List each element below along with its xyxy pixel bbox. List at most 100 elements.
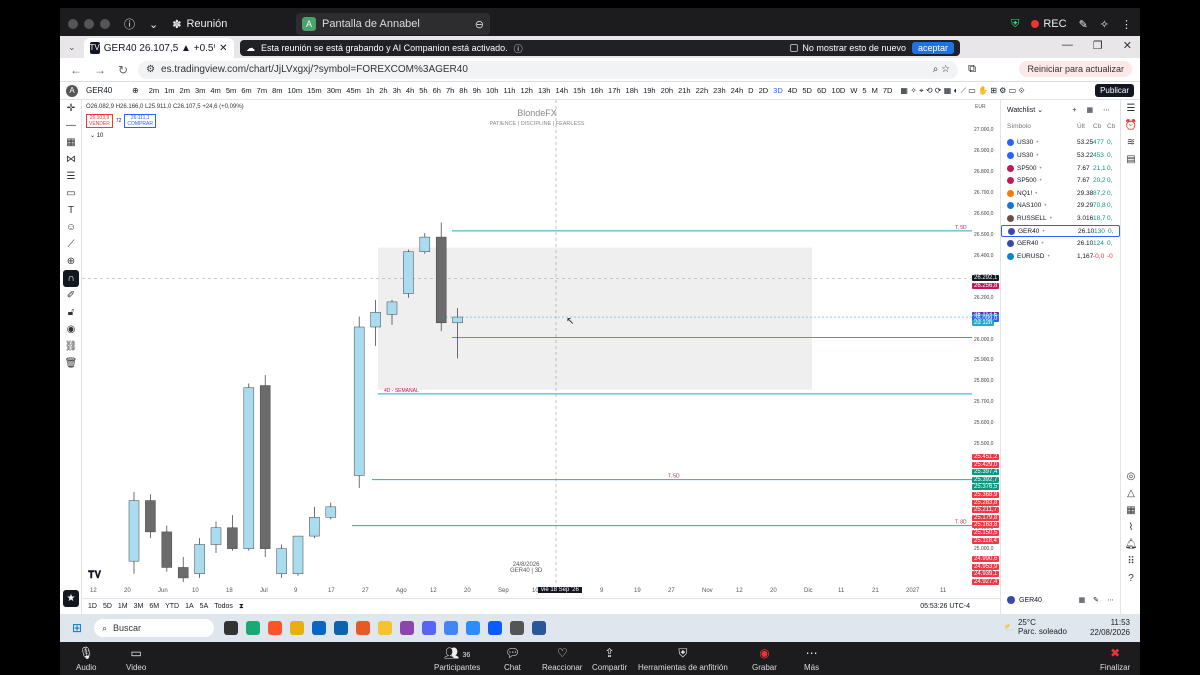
- sell-button[interactable]: 26.103,9 VENDER: [86, 114, 113, 128]
- chart-tools-icons[interactable]: ▦ ✧ ⌖ ⟲ ⟳ ▦ ◐ ⟋ ▭ ✋ ⊞ ⚙ ▭ ⟐: [900, 86, 1024, 96]
- timeframe-10h[interactable]: 10h: [486, 86, 499, 95]
- timeframe-6D[interactable]: 6D: [817, 86, 827, 95]
- screen-share-indicator[interactable]: A Pantalla de Annabel ⊖: [296, 13, 490, 35]
- range-1D[interactable]: 1D: [88, 603, 97, 610]
- col-change-pct[interactable]: Cb: [1107, 123, 1115, 130]
- record-button[interactable]: ◉ Grabar: [752, 646, 777, 672]
- timeframe-15h[interactable]: 15h: [573, 86, 586, 95]
- add-symbol-icon[interactable]: ⊕: [132, 86, 139, 95]
- chat-button[interactable]: 💬︎ Chat: [504, 646, 521, 672]
- audio-button[interactable]: 🎙︎ Audio: [76, 646, 96, 672]
- timeframe-30m[interactable]: 30m: [327, 86, 342, 95]
- zoom-icon[interactable]: ⌕ ☆: [933, 64, 950, 75]
- bell-icon[interactable]: 🔔︎: [1121, 536, 1141, 553]
- accept-button[interactable]: aceptar: [911, 42, 954, 54]
- close-tab-icon[interactable]: ✕: [219, 43, 227, 54]
- clock[interactable]: 11:53 22/08/2026: [1090, 618, 1130, 638]
- timeframe-3h[interactable]: 3h: [393, 86, 401, 95]
- timeframe-2h[interactable]: 2h: [379, 86, 387, 95]
- publish-button[interactable]: Publicar: [1095, 84, 1134, 97]
- timeframe-4D[interactable]: 4D: [788, 86, 798, 95]
- timeframe-7m[interactable]: 7m: [257, 86, 267, 95]
- triangle-icon[interactable]: △: [1121, 485, 1141, 502]
- buy-button[interactable]: 26.111,1 COMPRAR: [124, 114, 156, 128]
- ruler-icon[interactable]: ⟋: [60, 236, 82, 253]
- watchlist-row[interactable]: RUSSELL • 3.016 18,7 0,: [1001, 212, 1120, 225]
- timeframe-1m[interactable]: 1m: [164, 86, 174, 95]
- range-5D[interactable]: 5D: [103, 603, 112, 610]
- col-symbol[interactable]: Símbolo: [1007, 123, 1031, 130]
- timeframe-3D[interactable]: 3D: [773, 86, 783, 95]
- pitchfork-icon[interactable]: ⋈: [60, 151, 82, 168]
- volume-toggle[interactable]: ⌄ 10: [90, 132, 103, 139]
- info-icon[interactable]: ⓘ: [514, 42, 523, 55]
- calendar-icon[interactable]: ▦: [1121, 502, 1141, 519]
- discord-icon[interactable]: [422, 621, 436, 635]
- col-change[interactable]: Cb: [1093, 123, 1101, 130]
- taskview-icon[interactable]: [224, 621, 238, 635]
- window-controls[interactable]: [68, 19, 110, 29]
- timeframe-8m[interactable]: 8m: [272, 86, 282, 95]
- explorer-icon[interactable]: [378, 621, 392, 635]
- close-window-button[interactable]: ✕: [1123, 39, 1132, 52]
- timeframe-3m[interactable]: 3m: [195, 86, 205, 95]
- photos-icon[interactable]: [466, 621, 480, 635]
- timeframe-24h[interactable]: 24h: [731, 86, 744, 95]
- range-1M[interactable]: 1M: [118, 603, 128, 610]
- range-Todos[interactable]: Todos: [214, 603, 233, 610]
- timeframe-D[interactable]: D: [748, 86, 753, 95]
- site-info-icon[interactable]: ⚙: [146, 64, 155, 75]
- chrome2-icon[interactable]: [444, 621, 458, 635]
- timeframe-7D[interactable]: 7D: [883, 86, 893, 95]
- brush-icon[interactable]: ✐: [60, 287, 82, 304]
- timeframe-17h[interactable]: 17h: [608, 86, 621, 95]
- watchlist-row[interactable]: EURUSD • 1,167 -0,0 -0: [1001, 250, 1120, 263]
- utc-time[interactable]: 05:53:26 UTC-4: [920, 603, 970, 610]
- more-button[interactable]: ⋯ Más: [804, 646, 819, 672]
- watchlist-row[interactable]: GER40 • 26.10 124 0,: [1001, 237, 1120, 250]
- fib-icon[interactable]: ☰: [60, 168, 82, 185]
- zoom-in-icon[interactable]: ⊕: [60, 253, 82, 270]
- timeframe-1h[interactable]: 1h: [366, 86, 374, 95]
- back-icon[interactable]: ←: [70, 63, 82, 77]
- restart-update-button[interactable]: Reiniciar para actualizar: [1019, 61, 1132, 77]
- shield-icon[interactable]: ⛨: [1011, 18, 1019, 31]
- timeframe-10m[interactable]: 10m: [288, 86, 303, 95]
- outlook-icon[interactable]: [334, 621, 348, 635]
- timeframe-M[interactable]: M: [872, 86, 878, 95]
- detail-actions[interactable]: ▦ ✎ ⋯: [1079, 596, 1117, 604]
- timeframe-6h[interactable]: 6h: [433, 86, 441, 95]
- col-last[interactable]: Últ: [1077, 123, 1085, 130]
- settings-icon[interactable]: [510, 621, 524, 635]
- rec-indicator[interactable]: REC: [1031, 18, 1067, 30]
- host-tools-button[interactable]: ⛨ Herramientas de anfitrión: [638, 646, 728, 672]
- timeframe-20h[interactable]: 20h: [661, 86, 674, 95]
- chevron-down-icon[interactable]: ⌄: [149, 18, 158, 31]
- forward-icon[interactable]: →: [94, 63, 106, 77]
- watchlist-title[interactable]: Watchlist: [1007, 107, 1035, 114]
- edge-icon[interactable]: [246, 621, 260, 635]
- timeframe-14h[interactable]: 14h: [555, 86, 568, 95]
- goto-date-icon[interactable]: ⧗: [239, 603, 244, 611]
- symbol-search[interactable]: GER40: [86, 86, 132, 95]
- url-bar[interactable]: ⚙ es.tradingview.com/chart/JjLVxgxj/?sym…: [138, 60, 959, 79]
- zoom-app-icon[interactable]: [488, 621, 502, 635]
- pen-icon[interactable]: [400, 621, 414, 635]
- timeframe-22h[interactable]: 22h: [696, 86, 709, 95]
- timeframe-15m[interactable]: 15m: [307, 86, 322, 95]
- target-icon[interactable]: ◎: [1121, 468, 1141, 485]
- watchlist-row[interactable]: US30 • 53.25 477 0,: [1001, 137, 1120, 150]
- participants-button[interactable]: 👥︎ 36 Participantes: [434, 646, 480, 672]
- crosshair-icon[interactable]: ✛: [60, 100, 82, 117]
- chevron-down-icon[interactable]: ⌄: [1037, 106, 1043, 114]
- skype-icon[interactable]: [312, 621, 326, 635]
- timeframe-19h[interactable]: 19h: [643, 86, 656, 95]
- watchlist-row[interactable]: SP500 • 7.67 21,1 0,: [1001, 162, 1120, 175]
- range-1A[interactable]: 1A: [185, 603, 194, 610]
- feed-icon[interactable]: ⌇: [1121, 519, 1141, 536]
- timeframe-23h[interactable]: 23h: [713, 86, 726, 95]
- star-icon[interactable]: ★: [63, 590, 79, 607]
- range-3M[interactable]: 3M: [134, 603, 144, 610]
- timeframe-18h[interactable]: 18h: [626, 86, 639, 95]
- dont-show-checkbox[interactable]: No mostrar esto de nuevo: [790, 43, 906, 53]
